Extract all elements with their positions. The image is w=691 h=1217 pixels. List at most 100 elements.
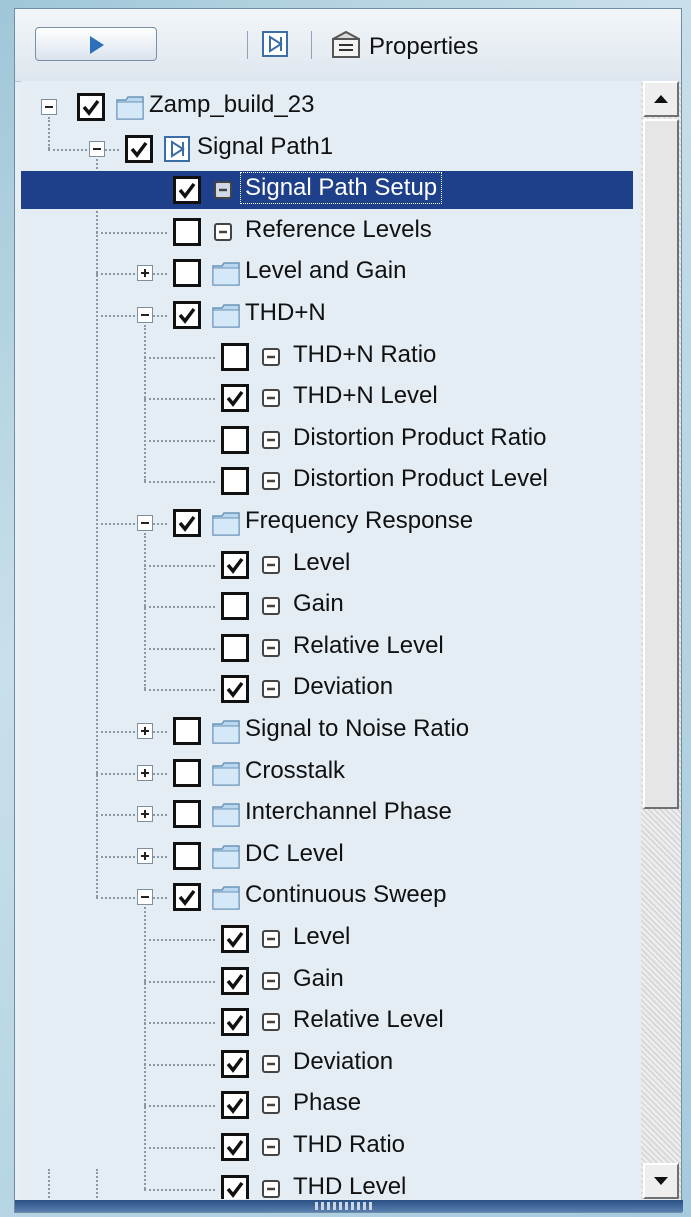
toolbar-separator (311, 31, 312, 59)
node-checkbox[interactable] (221, 1133, 249, 1161)
node-checkbox[interactable] (221, 1008, 249, 1037)
splitter-grip[interactable] (315, 1202, 375, 1210)
node-checkbox[interactable] (173, 800, 201, 829)
scroll-down-button[interactable] (643, 1163, 679, 1199)
node-checkbox[interactable] (221, 550, 249, 579)
tree-node[interactable]: Continuous Sweep (21, 877, 633, 917)
tree-node[interactable]: Gain (21, 586, 633, 626)
vertical-scrollbar[interactable] (641, 81, 681, 1199)
node-checkbox[interactable] (221, 467, 249, 496)
measurement-icon (262, 1054, 280, 1073)
measurement-icon (262, 555, 280, 574)
measurement-icon (262, 347, 280, 366)
tree-view[interactable]: Zamp_build_23 Signal Path1 Signal Path Set… (21, 81, 641, 1199)
checkmark-icon (178, 515, 196, 532)
tree-node[interactable]: Signal Path Setup (21, 170, 633, 210)
collapse-icon[interactable] (137, 889, 153, 906)
tree-node[interactable]: THD Ratio (21, 1127, 633, 1167)
scroll-up-button[interactable] (643, 81, 679, 117)
tree-node[interactable]: DC Level (21, 836, 633, 876)
node-checkbox[interactable] (173, 176, 201, 205)
tree-node[interactable]: Relative Level (21, 628, 633, 668)
tree-node[interactable]: Signal to Noise Ratio (21, 711, 633, 751)
checkmark-icon (130, 141, 148, 158)
collapse-icon[interactable] (137, 515, 153, 531)
tree-node-label: THD Ratio (293, 1131, 406, 1158)
node-checkbox[interactable] (173, 841, 201, 870)
folder-icon (212, 304, 240, 328)
tree-node-label: Relative Level (293, 631, 444, 659)
arrow-up-icon (654, 95, 668, 103)
tree-node[interactable]: Level (21, 919, 633, 959)
expand-icon[interactable] (137, 265, 153, 282)
node-checkbox[interactable] (221, 1174, 249, 1199)
tree-node-label: Deviation (293, 673, 394, 701)
tree-node[interactable]: Level and Gain (21, 253, 633, 293)
folder-icon (212, 803, 240, 827)
collapse-icon[interactable] (137, 307, 153, 323)
tree-node[interactable]: Interchannel Phase (21, 794, 633, 834)
tree-node[interactable]: Deviation (21, 1044, 633, 1084)
measurement-icon (262, 1096, 280, 1115)
tree-node[interactable]: Signal Path1 (21, 129, 633, 169)
measurement-icon (262, 638, 280, 657)
node-checkbox[interactable] (221, 342, 249, 371)
checkmark-icon (226, 931, 244, 948)
tree-node[interactable]: Gain (21, 961, 633, 1001)
measurement-icon (262, 1179, 280, 1198)
node-checkbox[interactable] (221, 675, 249, 704)
node-checkbox[interactable] (125, 134, 153, 163)
tree-node[interactable]: Phase (21, 1085, 633, 1125)
signal-path-button[interactable] (261, 27, 291, 61)
expand-icon[interactable] (137, 764, 153, 781)
folder-icon (212, 512, 240, 536)
node-checkbox[interactable] (221, 966, 249, 995)
tree-node[interactable]: Distortion Product Level (21, 461, 633, 501)
node-checkbox[interactable] (173, 758, 201, 787)
node-checkbox[interactable] (173, 259, 201, 288)
node-checkbox[interactable] (173, 883, 201, 912)
node-checkbox[interactable] (221, 1049, 249, 1078)
tree-node[interactable]: Reference Levels (21, 212, 633, 252)
tree-node[interactable]: Relative Level (21, 1002, 633, 1042)
collapse-icon[interactable] (89, 140, 105, 157)
measurement-icon (262, 389, 280, 408)
tree-node-label: Signal to Noise Ratio (245, 715, 470, 742)
tree-node[interactable]: Frequency Response (21, 503, 633, 543)
expand-icon[interactable] (137, 847, 153, 864)
node-checkbox[interactable] (221, 633, 249, 662)
tree-node[interactable]: Deviation (21, 669, 633, 709)
tree-node[interactable]: THD Level (21, 1169, 633, 1199)
node-checkbox[interactable] (221, 592, 249, 621)
folder-icon (212, 720, 240, 744)
collapse-icon[interactable] (41, 99, 57, 115)
tree-node[interactable]: Crosstalk (21, 753, 633, 793)
node-checkbox[interactable] (221, 1091, 249, 1120)
tree-node[interactable]: THD+N Level (21, 378, 633, 418)
node-checkbox[interactable] (221, 384, 249, 413)
measurement-icon (262, 1138, 280, 1156)
folder-icon (212, 761, 240, 786)
node-checkbox[interactable] (173, 509, 201, 537)
tree-node[interactable]: THD+N Ratio (21, 337, 633, 377)
node-checkbox[interactable] (221, 425, 249, 454)
tree-node[interactable]: Level (21, 545, 633, 585)
run-button[interactable] (35, 27, 157, 61)
node-checkbox[interactable] (173, 717, 201, 745)
folder-icon (212, 886, 240, 911)
node-checkbox[interactable] (221, 925, 249, 953)
node-checkbox[interactable] (77, 93, 105, 121)
splitter-bar[interactable] (15, 1200, 683, 1212)
tree-node[interactable]: Zamp_build_23 (21, 87, 633, 127)
node-checkbox[interactable] (173, 217, 201, 246)
tree-node[interactable]: THD+N (21, 295, 633, 335)
expand-icon[interactable] (137, 723, 153, 739)
measurement-icon (214, 222, 232, 241)
tree-node-label: Gain (293, 964, 344, 992)
tree-node-label: THD+N (245, 299, 326, 326)
scroll-thumb[interactable] (643, 119, 679, 809)
node-checkbox[interactable] (173, 301, 201, 329)
tree-node[interactable]: Distortion Product Ratio (21, 420, 633, 460)
tree-node-label: Level and Gain (245, 257, 407, 285)
expand-icon[interactable] (137, 806, 153, 823)
